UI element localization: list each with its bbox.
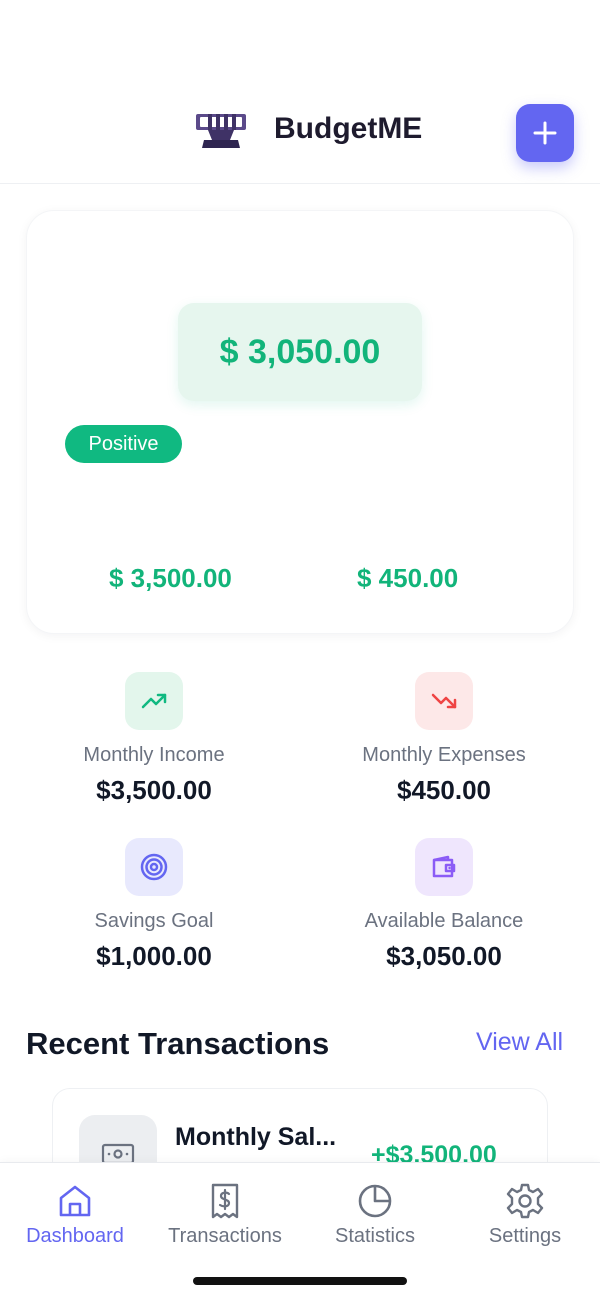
trending-down-icon bbox=[415, 672, 473, 730]
view-all-link[interactable]: View All bbox=[476, 1028, 563, 1057]
nav-label: Statistics bbox=[334, 1225, 416, 1247]
stat-label: Monthly Income bbox=[83, 744, 225, 766]
nav-transactions[interactable]: Transactions bbox=[150, 1181, 300, 1248]
stat-monthly-income: Monthly Income $3,500.00 bbox=[14, 672, 294, 806]
money-fist-logo-icon bbox=[196, 114, 246, 148]
trending-up-icon bbox=[125, 672, 183, 730]
stat-available-balance: Available Balance $3,050.00 bbox=[304, 838, 584, 972]
stat-value: $1,000.00 bbox=[96, 941, 212, 971]
nav-statistics[interactable]: Statistics bbox=[300, 1181, 450, 1248]
plus-icon bbox=[533, 121, 557, 145]
pie-chart-icon bbox=[358, 1184, 392, 1218]
transaction-title: Monthly Sal... bbox=[175, 1123, 337, 1151]
status-badge: Positive bbox=[65, 425, 182, 463]
total-balance: $ 3,050.00 bbox=[178, 303, 422, 401]
stat-label: Monthly Expenses bbox=[362, 744, 526, 766]
nav-label: Dashboard bbox=[26, 1225, 124, 1247]
home-icon bbox=[59, 1185, 91, 1217]
nav-label: Transactions bbox=[168, 1225, 282, 1247]
recent-transactions-title: Recent Transactions bbox=[26, 1026, 330, 1061]
nav-settings[interactable]: Settings bbox=[450, 1181, 600, 1248]
app-header: BudgetME bbox=[0, 0, 600, 184]
stat-label: Savings Goal bbox=[94, 910, 214, 932]
app-title: BudgetME bbox=[274, 112, 423, 145]
wallet-icon bbox=[415, 838, 473, 896]
receipt-icon bbox=[211, 1183, 239, 1219]
nav-label: Settings bbox=[488, 1225, 562, 1247]
stat-savings-goal: Savings Goal $1,000.00 bbox=[14, 838, 294, 972]
balance-card: $ 3,050.00 Positive $ 3,500.00 $ 450.00 bbox=[26, 210, 574, 634]
stat-label: Available Balance bbox=[364, 910, 524, 932]
stat-value: $450.00 bbox=[397, 775, 491, 805]
nav-dashboard[interactable]: Dashboard bbox=[0, 1181, 150, 1248]
stat-monthly-expenses: Monthly Expenses $450.00 bbox=[304, 672, 584, 806]
card-income-amount: $ 3,500.00 bbox=[109, 563, 232, 593]
stat-value: $3,500.00 bbox=[96, 775, 212, 805]
gear-icon bbox=[506, 1183, 544, 1219]
stat-value: $3,050.00 bbox=[386, 941, 502, 971]
target-icon bbox=[125, 838, 183, 896]
add-transaction-button[interactable] bbox=[516, 104, 574, 162]
home-indicator bbox=[193, 1277, 407, 1285]
card-expense-amount: $ 450.00 bbox=[357, 563, 459, 593]
